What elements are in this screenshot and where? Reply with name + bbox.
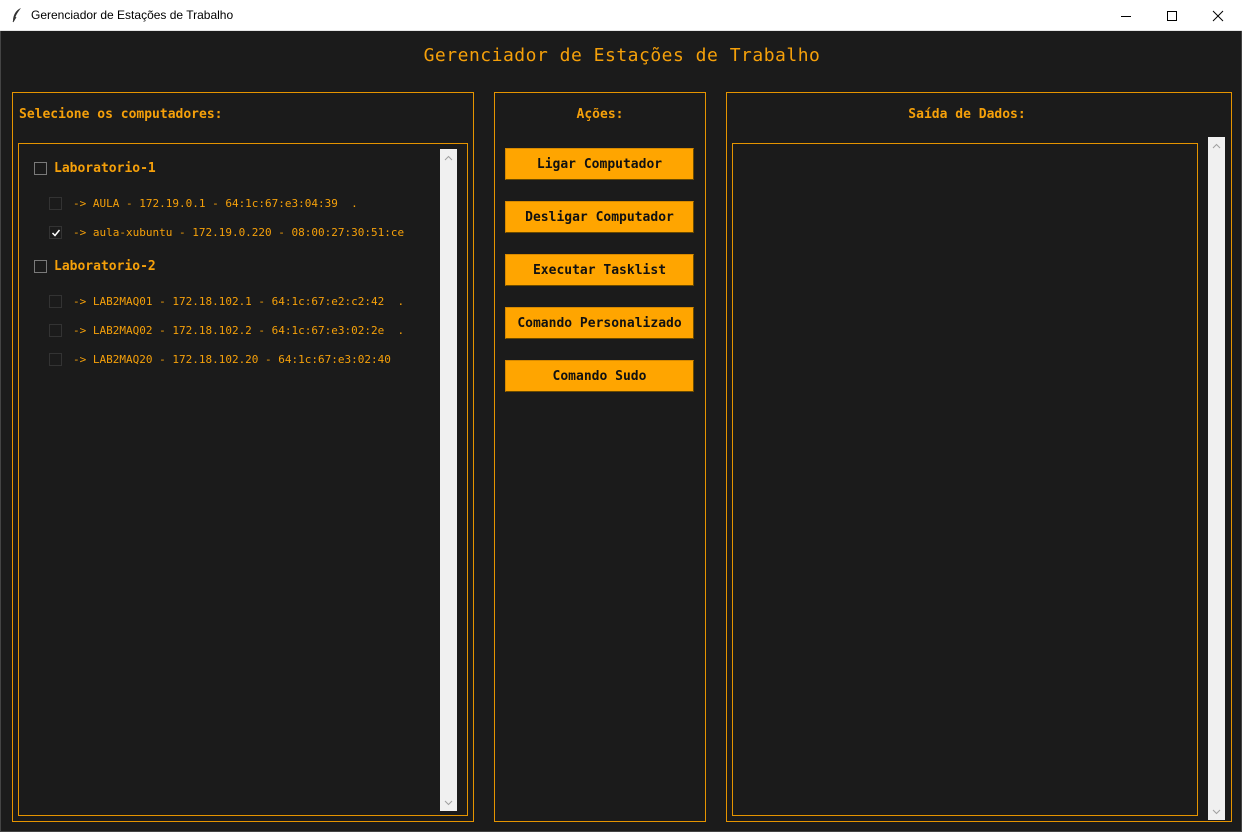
minimize-button[interactable] [1103, 0, 1149, 31]
group-laboratorio-2[interactable]: Laboratorio-2 [34, 259, 156, 274]
computer-label: -> LAB2MAQ20 - 172.18.102.20 - 64:1c:67:… [73, 353, 391, 366]
output-panel: Saída de Dados: [726, 92, 1232, 822]
computer-label: -> AULA - 172.19.0.1 - 64:1c:67:e3:04:39… [73, 197, 358, 210]
list-item[interactable]: -> LAB2MAQ20 - 172.18.102.20 - 64:1c:67:… [49, 353, 391, 366]
scroll-down-icon[interactable] [1208, 803, 1225, 820]
output-scrollbar[interactable] [1208, 137, 1225, 820]
actions-label: Ações: [576, 107, 624, 122]
output-label: Saída de Dados: [908, 107, 1026, 122]
maximize-button[interactable] [1149, 0, 1195, 31]
checkmark-icon [51, 229, 60, 237]
computer-label: -> LAB2MAQ02 - 172.18.102.2 - 64:1c:67:e… [73, 324, 405, 337]
group-checkbox[interactable] [34, 162, 47, 175]
feather-icon [10, 7, 24, 23]
item-checkbox[interactable] [49, 324, 62, 337]
group-label: Laboratorio-1 [54, 161, 156, 176]
list-item[interactable]: -> LAB2MAQ02 - 172.18.102.2 - 64:1c:67:e… [49, 324, 404, 337]
page-title: Gerenciador de Estações de Trabalho [423, 45, 821, 66]
item-checkbox[interactable] [49, 226, 62, 239]
scrollbar-thumb[interactable] [442, 166, 455, 794]
group-checkbox[interactable] [34, 260, 47, 273]
computer-label: -> LAB2MAQ01 - 172.18.102.1 - 64:1c:67:e… [73, 295, 405, 308]
close-icon [1212, 10, 1224, 21]
title-bar: Gerenciador de Estações de Trabalho [0, 0, 1242, 31]
scroll-up-icon[interactable] [1208, 137, 1225, 154]
scroll-down-icon[interactable] [440, 794, 457, 811]
list-item[interactable]: -> aula-xubuntu - 172.19.0.220 - 08:00:2… [49, 226, 404, 239]
computer-list-scrollbar[interactable] [440, 149, 457, 811]
list-item[interactable]: -> LAB2MAQ01 - 172.18.102.1 - 64:1c:67:e… [49, 295, 404, 308]
power-off-button[interactable]: Desligar Computador [505, 201, 694, 233]
group-laboratorio-1[interactable]: Laboratorio-1 [34, 161, 156, 176]
item-checkbox[interactable] [49, 197, 62, 210]
app-window: Gerenciador de Estações de Trabalho Sele… [0, 31, 1242, 832]
custom-command-button[interactable]: Comando Personalizado [505, 307, 694, 339]
minimize-icon [1121, 15, 1131, 17]
output-textarea[interactable] [732, 143, 1198, 816]
item-checkbox[interactable] [49, 353, 62, 366]
computer-list: Laboratorio-1 -> AULA - 172.19.0.1 - 64:… [18, 143, 468, 816]
sudo-command-button[interactable]: Comando Sudo [505, 360, 694, 392]
maximize-icon [1167, 10, 1177, 21]
item-checkbox[interactable] [49, 295, 62, 308]
run-tasklist-button[interactable]: Executar Tasklist [505, 254, 694, 286]
close-button[interactable] [1195, 0, 1241, 31]
actions-panel: Ações: Ligar Computador Desligar Computa… [494, 92, 706, 822]
window-title: Gerenciador de Estações de Trabalho [31, 8, 234, 22]
computer-label: -> aula-xubuntu - 172.19.0.220 - 08:00:2… [73, 226, 405, 239]
computer-selection-label: Selecione os computadores: [19, 107, 223, 122]
scroll-up-icon[interactable] [440, 149, 457, 166]
computer-selection-panel: Selecione os computadores: Laboratorio-1… [12, 92, 474, 822]
power-on-button[interactable]: Ligar Computador [505, 148, 694, 180]
group-label: Laboratorio-2 [54, 259, 156, 274]
list-item[interactable]: -> AULA - 172.19.0.1 - 64:1c:67:e3:04:39… [49, 197, 358, 210]
